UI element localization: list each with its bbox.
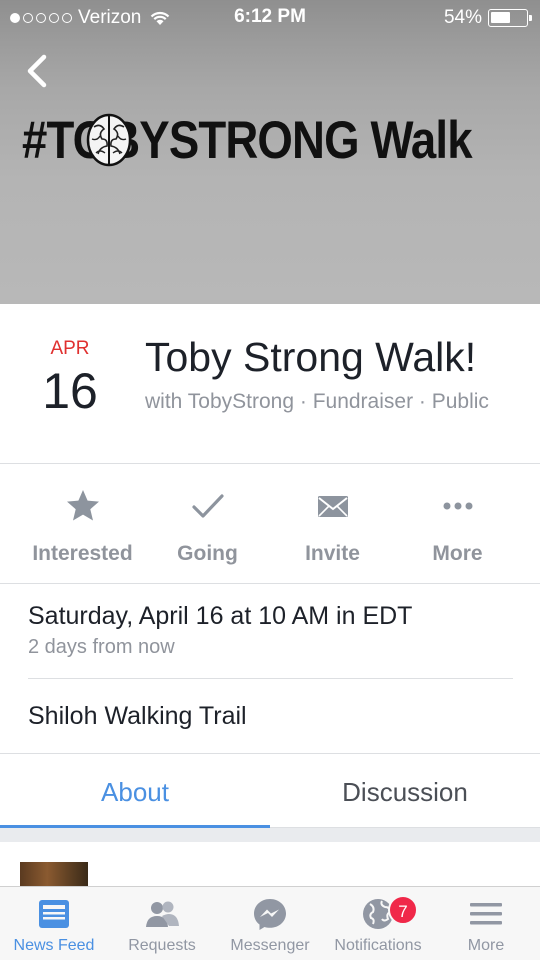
tabbar-more[interactable]: More [432,887,540,960]
tabbar-label: Messenger [230,937,310,954]
tabbar-label: Requests [128,937,196,954]
event-cover-photo: Verizon 6:12 PM 54% #TOBYSTRONG Walk [0,0,540,304]
checkmark-icon [191,494,224,518]
envelope-icon [317,496,348,517]
battery-percent: 54% [443,7,482,28]
tabbar-label: More [467,937,505,954]
event-subtitle[interactable]: with TobyStrong · Fundraiser · Public [145,389,515,415]
ellipsis-icon [443,502,472,510]
going-label: Going [177,542,238,565]
going-button[interactable]: Going [140,464,275,584]
messenger-icon [254,899,286,930]
brain-icon [86,113,132,167]
event-date-day: 16 [42,363,98,419]
tabbar-news-feed[interactable]: News Feed [0,887,108,960]
details-divider [28,678,513,679]
event-title: Toby Strong Walk! [145,334,477,380]
more-options-button[interactable]: More [390,464,525,584]
event-actions: Interested Going Invite More [0,464,540,584]
invite-button[interactable]: Invite [265,464,400,584]
tab-discussion[interactable]: Discussion [270,754,540,828]
tabbar-label: News Feed [13,937,95,954]
event-tabs: About Discussion [0,754,540,828]
menu-icon [470,903,502,925]
event-date-month: APR [50,338,90,359]
status-bar: Verizon 6:12 PM 54% [0,0,540,36]
invite-label: Invite [305,542,360,565]
friends-icon [146,901,179,927]
event-location[interactable]: Shiloh Walking Trail [28,702,247,731]
star-icon [66,490,99,521]
event-header: APR 16 Toby Strong Walk! with TobyStrong… [0,304,540,464]
notifications-badge: 7 [388,895,418,925]
back-button[interactable] [22,52,52,90]
section-divider [0,828,540,842]
tabbar-messenger[interactable]: Messenger [216,887,324,960]
status-right: 54% [443,7,532,29]
tabbar-requests[interactable]: Requests [108,887,216,960]
tabbar-label: Notifications [334,937,422,954]
post-preview[interactable] [0,842,540,886]
interested-button[interactable]: Interested [15,464,150,584]
post-thumbnail[interactable] [20,862,88,886]
news-feed-icon [39,900,69,928]
event-details: Saturday, April 16 at 10 AM in EDT 2 day… [0,584,540,754]
more-options-label: More [432,542,483,565]
battery-icon [488,9,532,27]
tab-about[interactable]: About [0,754,270,828]
event-datetime[interactable]: Saturday, April 16 at 10 AM in EDT [28,602,412,631]
bottom-tab-bar: News Feed Requests Messenger 7 Notificat… [0,886,540,960]
event-datetime-relative: 2 days from now [28,636,175,658]
tabbar-notifications[interactable]: 7 Notifications [324,887,432,960]
interested-label: Interested [32,542,133,565]
